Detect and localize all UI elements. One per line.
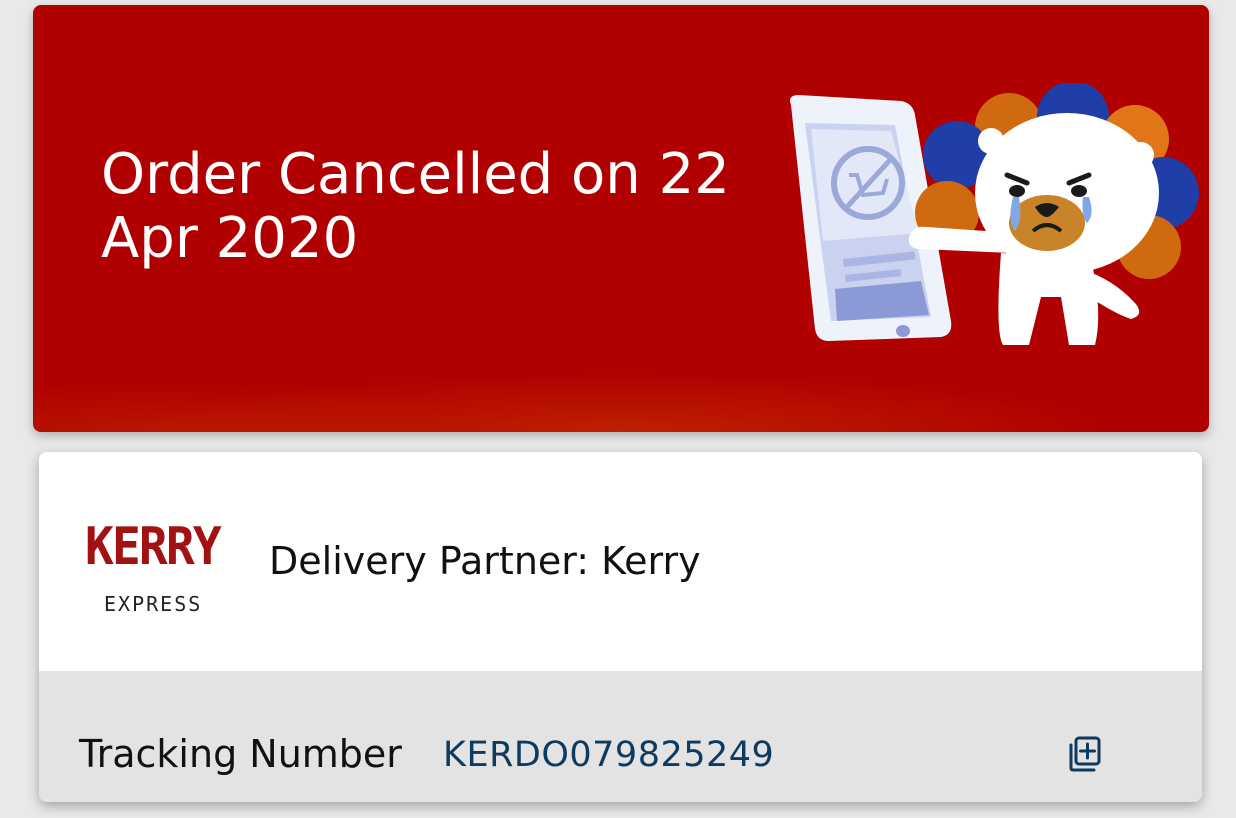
copy-tracking-number-button[interactable] [1057,728,1109,780]
delivery-info-card: KERRY EXPRESS Delivery Partner: Kerry Tr… [39,452,1202,802]
order-cancelled-banner: Order Cancelled on 22 Apr 2020 [33,5,1209,432]
logo-sub-text: EXPRESS [104,592,203,616]
crying-mascot-illustration [790,83,1199,345]
logo-main-text: KERRY [85,517,222,577]
copy-plus-icon [1069,736,1101,772]
delivery-partner-label: Delivery Partner: Kerry [269,539,701,583]
tracking-number-label: Tracking Number [79,732,402,776]
tracking-number-value[interactable]: KERDO079825249 [443,732,774,778]
order-status-page: Order Cancelled on 22 Apr 2020 KERRY EXP… [0,0,1236,818]
tracking-number-row: Tracking Number KERDO079825249 [39,671,1202,802]
delivery-partner-row: KERRY EXPRESS Delivery Partner: Kerry [39,452,1202,671]
kerry-express-logo: KERRY EXPRESS [85,517,222,627]
order-cancelled-title: Order Cancelled on 22 Apr 2020 [101,142,730,271]
